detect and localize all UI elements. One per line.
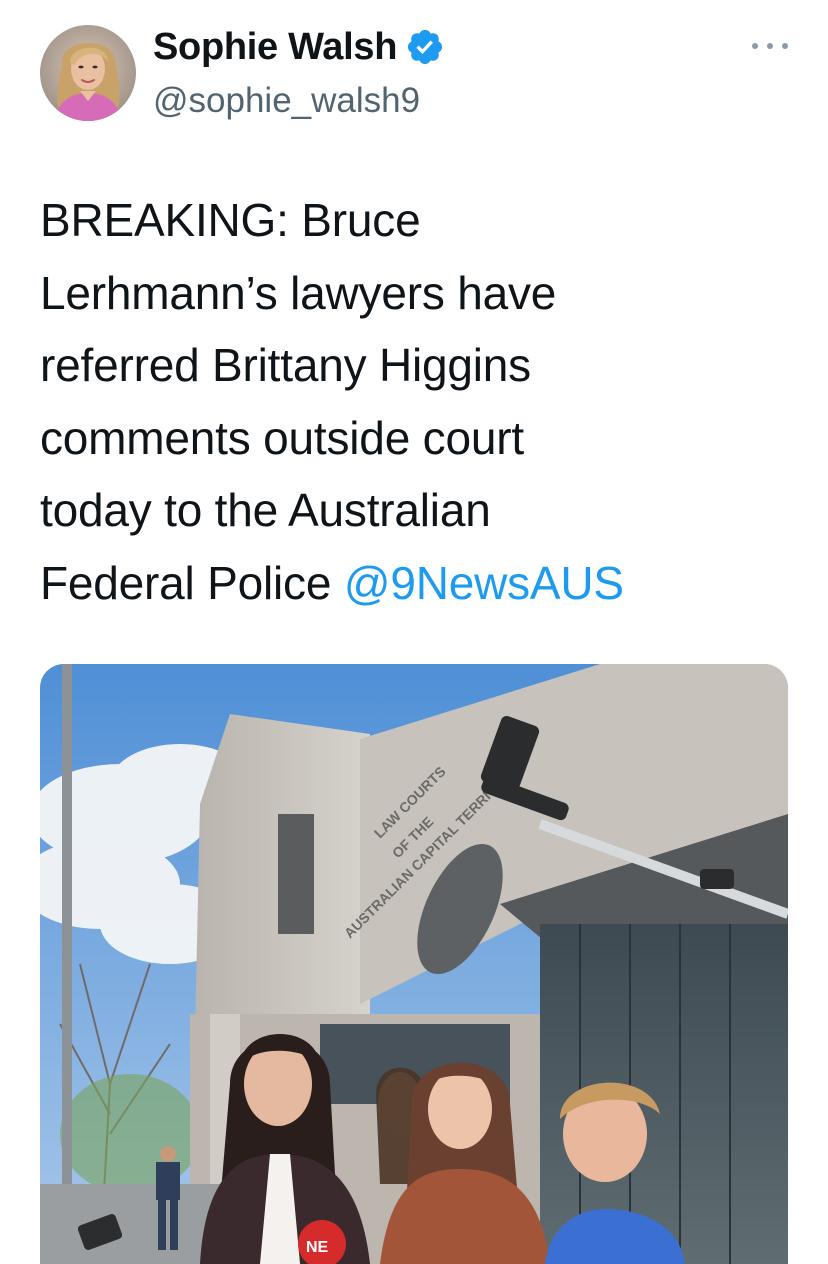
tweet-text-last-line: Federal Police @9NewsAUS bbox=[40, 547, 790, 620]
press-conference-photo: LAW COURTS OF THE AUSTRALIAN CAPITAL TER… bbox=[40, 664, 788, 1264]
camera-logo-text: NE bbox=[306, 1239, 329, 1256]
tweet-text-line: referred Brittany Higgins bbox=[40, 339, 531, 391]
more-dot bbox=[782, 43, 788, 49]
more-dot bbox=[752, 43, 758, 49]
avatar-image bbox=[40, 25, 136, 121]
tweet-media-photo[interactable]: LAW COURTS OF THE AUSTRALIAN CAPITAL TER… bbox=[40, 664, 788, 1264]
author-avatar[interactable] bbox=[40, 25, 136, 121]
tweet-text-line: today to the Australian bbox=[40, 484, 491, 536]
tweet-text-line: comments outside court bbox=[40, 411, 524, 464]
author-display-name: Sophie Walsh bbox=[153, 26, 398, 68]
author-handle[interactable]: @sophie_walsh9 bbox=[153, 80, 420, 122]
more-options-icon[interactable] bbox=[752, 36, 788, 56]
tweet-card: Sophie Walsh @sophie_walsh9 BREAKING: Br… bbox=[0, 0, 828, 1264]
more-dot bbox=[767, 43, 773, 49]
tweet-text-line: Lerhmann’s lawyers have bbox=[40, 266, 557, 319]
verified-badge-icon bbox=[405, 27, 445, 67]
tweet-text: BREAKING: Bruce Lerhmann’s lawyers have … bbox=[40, 184, 790, 619]
tweet-text-line: BREAKING: Bruce bbox=[40, 194, 421, 246]
tweet-text-line: Federal Police bbox=[40, 556, 344, 609]
mention-link[interactable]: @9NewsAUS bbox=[344, 557, 624, 609]
author-name-row[interactable]: Sophie Walsh bbox=[153, 24, 445, 70]
